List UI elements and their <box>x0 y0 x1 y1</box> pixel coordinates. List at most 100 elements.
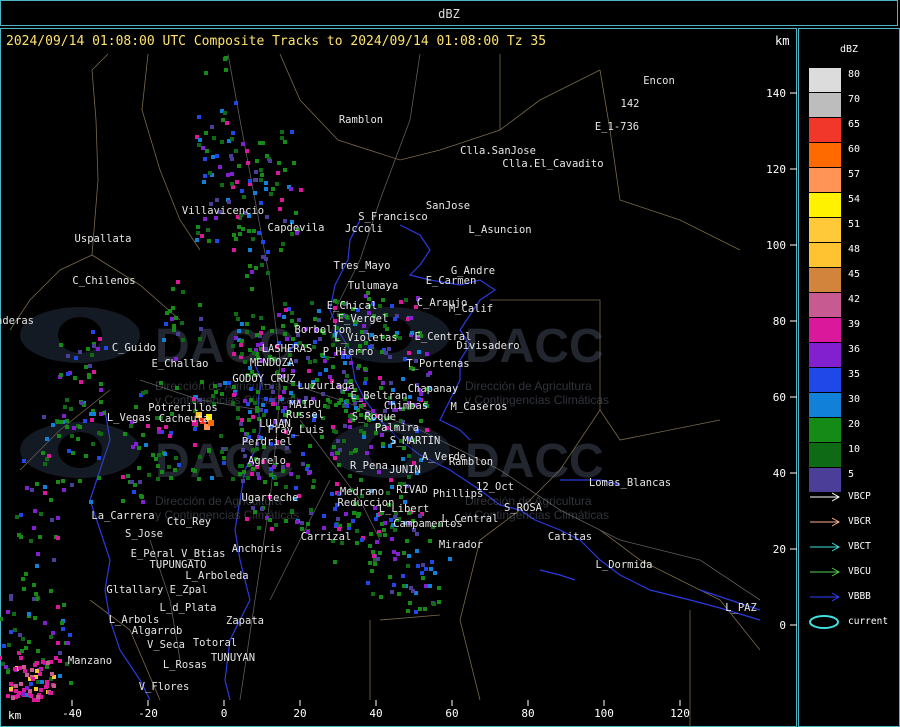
place-label: L_Rosas <box>163 659 207 671</box>
place-label: L_Vegas <box>107 412 151 424</box>
place-label: Algarrob <box>132 625 183 637</box>
y-axis: 140 120 100 80 60 40 20 0 <box>766 87 797 632</box>
legend-swatch-48 <box>809 243 841 267</box>
place-label: Fray_Luis <box>268 424 325 436</box>
place-label: Uspallata <box>75 233 132 245</box>
legend-swatch-80 <box>809 68 841 92</box>
place-label: S_ROSA <box>504 502 543 514</box>
legend-swatch-39 <box>809 318 841 342</box>
place-label: Tres_Mayo <box>334 260 391 272</box>
legend-swatch-60 <box>809 143 841 167</box>
place-label: Villavicencio <box>182 205 264 217</box>
legend-label-57: 57 <box>848 169 861 180</box>
legend-label-80: 80 <box>848 69 861 80</box>
legend-swatch-35 <box>809 368 841 392</box>
place-label: Catitas <box>548 531 592 543</box>
x-tick-label-20: 20 <box>293 707 306 720</box>
place-label: La_Carrera <box>91 510 154 522</box>
place-label: Encon <box>643 75 675 87</box>
place-label: S_Francisco <box>358 211 428 223</box>
place-label: Capdevila <box>268 222 325 234</box>
track-label-current: current <box>848 616 889 627</box>
place-label: L_d_Plata <box>160 602 217 614</box>
y-tick-label-60: 60 <box>773 391 786 404</box>
place-label: MENDOZA <box>250 357 295 369</box>
y-tick-label-20: 20 <box>773 543 786 556</box>
place-label: 12_Oct <box>476 481 514 493</box>
y-tick-label-40: 40 <box>773 467 786 480</box>
y-tick-label-0: 0 <box>779 619 786 632</box>
place-label: TUNUYAN <box>211 652 255 664</box>
place-label: Ugarteche <box>242 492 299 504</box>
track-label-VBCT: VBCT <box>848 541 871 552</box>
radar-echoes <box>0 56 452 702</box>
legend-label-42: 42 <box>848 294 861 305</box>
window-title: dBZ <box>438 7 460 21</box>
place-label: E_Challao <box>152 358 209 370</box>
km-unit-top: km <box>775 34 790 48</box>
x-tick-label--40: -40 <box>62 707 82 720</box>
place-label: GODOY_CRUZ <box>232 373 295 385</box>
track-symbol-VBCP <box>810 492 841 502</box>
place-label: Jccoli <box>345 223 383 235</box>
place-label: L_PAZ <box>725 602 757 614</box>
place-label: M_Calif <box>449 303 493 315</box>
legend-swatch-20 <box>809 418 841 442</box>
track-label-VBCU: VBCU <box>848 566 871 577</box>
legend-title: dBZ <box>840 44 859 55</box>
place-label: Campamentos <box>393 518 463 530</box>
place-label: aderas <box>0 315 34 327</box>
composite-header: 2024/09/14 01:08:00 UTC Composite Tracks… <box>6 34 547 49</box>
place-label: E_Carmen <box>426 275 477 287</box>
place-label: L_Asuncion <box>468 224 531 236</box>
legend-swatch-65 <box>809 118 841 142</box>
legend-label-5: 5 <box>848 469 855 480</box>
place-label: Cacheuta <box>159 413 210 425</box>
y-tick-label-120: 120 <box>766 163 786 176</box>
x-tick-label-60: 60 <box>445 707 458 720</box>
place-label: Ramblon <box>449 456 493 468</box>
place-label: Manzano <box>68 655 112 667</box>
place-label: E_Chical <box>327 300 378 312</box>
place-label: RIVAD <box>396 484 428 496</box>
track-symbol-VBCR <box>810 517 841 527</box>
legend-label-54: 54 <box>848 194 861 205</box>
place-label: L_Libert <box>379 503 430 515</box>
track-label-VBCP: VBCP <box>848 491 871 502</box>
legend-label-51: 51 <box>848 219 861 230</box>
legend-swatch-70 <box>809 93 841 117</box>
x-axis: -40 -20 0 20 40 60 80 100 120 <box>62 700 690 720</box>
place-label: Gltallary E_Zpal <box>106 584 207 596</box>
place-label: L_Arboleda <box>185 570 248 582</box>
place-label: 142 <box>621 98 640 110</box>
legend-swatch-10 <box>809 443 841 467</box>
track-label-VBBB: VBBB <box>848 591 871 602</box>
place-label: T_Portenas <box>406 358 469 370</box>
x-tick-label-80: 80 <box>521 707 534 720</box>
place-names: Encon142 E_1-736 Ramblon Clla.SanJoseClla.E… <box>0 75 757 693</box>
place-label: Cto_Rey <box>167 516 211 528</box>
place-label: SanJose <box>426 200 470 212</box>
legend-swatch-51 <box>809 218 841 242</box>
legend-label-36: 36 <box>848 344 861 355</box>
legend-label-60: 60 <box>848 144 861 155</box>
legend-swatch-54 <box>809 193 841 217</box>
place-label: Perdriel <box>242 436 293 448</box>
title-bar: dBZ <box>0 0 898 26</box>
legend-swatch-30 <box>809 393 841 417</box>
place-label: Luzuriaga <box>298 380 355 392</box>
legend-label-30: 30 <box>848 394 861 405</box>
legend-swatch-36 <box>809 343 841 367</box>
place-label: R_Pena <box>350 460 388 472</box>
place-label: E_1-736 <box>595 121 639 133</box>
x-tick-label-120: 120 <box>670 707 690 720</box>
place-label: V_Seca <box>147 639 185 651</box>
place-label: Anchoris <box>232 543 283 555</box>
place-label: V_Flores <box>139 681 190 693</box>
place-label: Zapata <box>226 615 264 627</box>
legend-swatch-42 <box>809 293 841 317</box>
track-symbol-VBCU <box>810 567 841 577</box>
place-label: JUNIN <box>389 464 421 476</box>
place-label: LASHERAS <box>262 343 313 355</box>
radar-map[interactable]: DACC Dirección de Agricultura y Continge… <box>0 54 797 727</box>
